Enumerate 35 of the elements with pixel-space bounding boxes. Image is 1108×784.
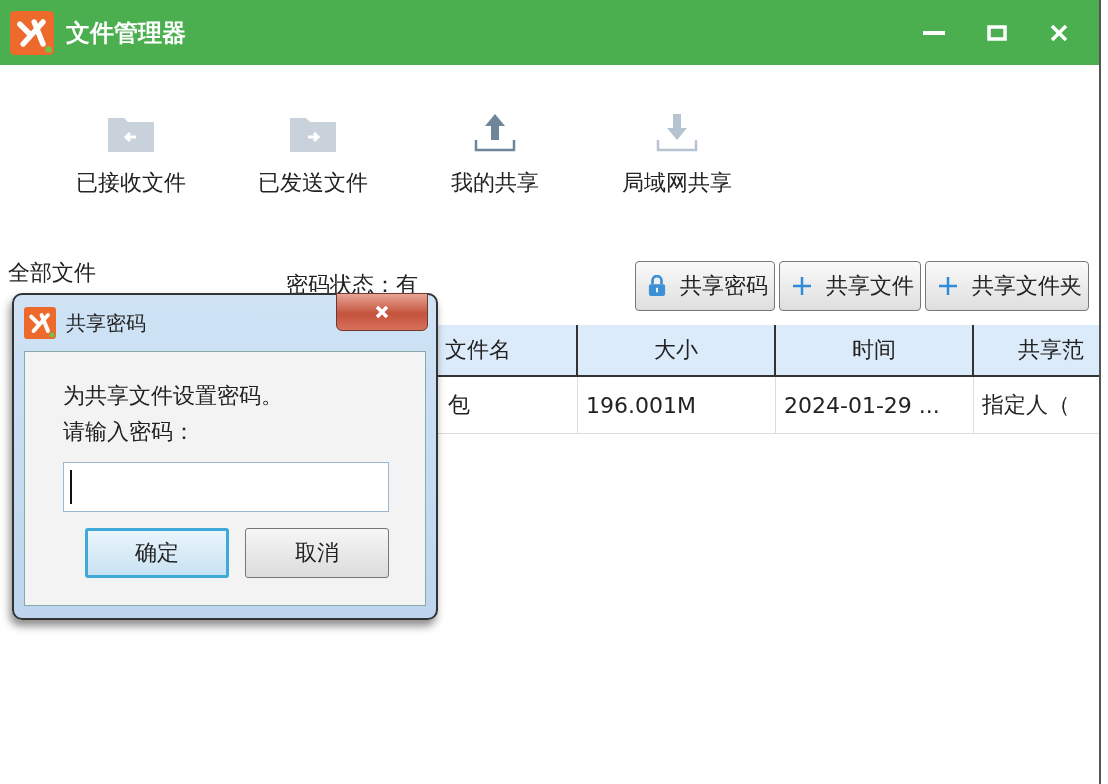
toolbar-item[interactable]: 已接收文件 (40, 110, 222, 198)
ok-button[interactable]: 确定 (85, 528, 229, 578)
dialog-title: 共享密码 (66, 309, 146, 337)
column-header[interactable]: 大小 (578, 325, 776, 375)
maximize-icon[interactable] (987, 24, 1007, 41)
toolbar-item[interactable]: 局域网共享 (586, 110, 768, 198)
lock-icon (648, 275, 666, 297)
close-button[interactable] (336, 293, 428, 331)
column-header[interactable]: 共享范 (974, 325, 1099, 375)
toolbar-label: 局域网共享 (622, 169, 732, 197)
dialog-message: 为共享文件设置密码。 (63, 382, 284, 410)
password-field[interactable] (63, 462, 389, 512)
table-cell: 2024-01-29 ... (776, 377, 974, 433)
close-icon[interactable] (1049, 22, 1069, 43)
plus-icon (792, 276, 812, 296)
plus-icon (938, 276, 958, 296)
action-button[interactable]: 共享文件 (779, 261, 921, 311)
action-button[interactable]: 共享密码 (635, 261, 775, 311)
toolbar-item[interactable]: 我的共享 (404, 110, 586, 198)
toolbar-label: 已发送文件 (258, 169, 368, 197)
sidebar-title[interactable]: 全部文件 (8, 258, 96, 288)
minimize-icon[interactable] (923, 29, 945, 36)
column-header[interactable]: 时间 (776, 325, 974, 375)
field-label: 请输入密码： (63, 418, 196, 446)
window-title: 文件管理器 (66, 17, 186, 49)
close-icon (374, 305, 390, 319)
table-cell: 196.001M (578, 377, 776, 433)
cancel-button[interactable]: 取消 (245, 528, 389, 578)
toolbar-label: 已接收文件 (76, 169, 186, 197)
app-logo-icon (10, 10, 54, 55)
toolbar-item[interactable]: 已发送文件 (222, 110, 404, 198)
action-button[interactable]: 共享文件夹 (925, 261, 1089, 311)
toolbar-label: 我的共享 (451, 169, 539, 197)
app-logo-icon (24, 307, 56, 339)
table-cell-text: 指定人（ (981, 391, 1071, 419)
